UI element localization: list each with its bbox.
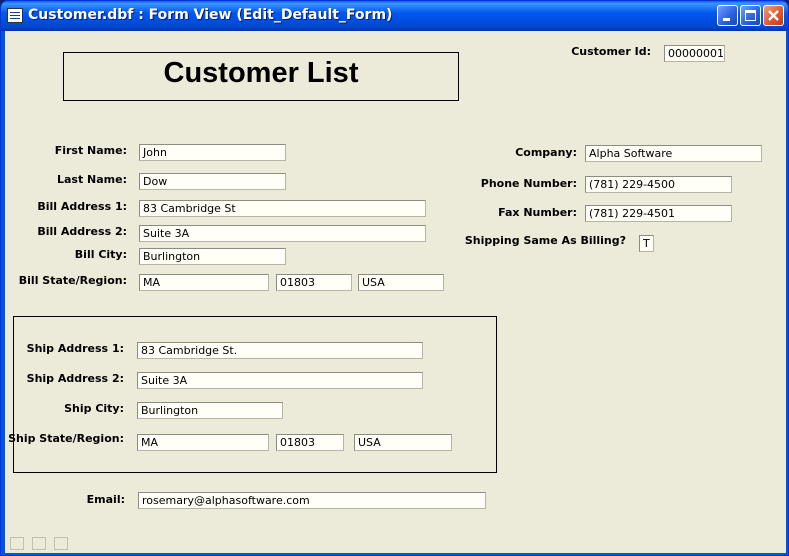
customer-id-field[interactable]: 00000001 (664, 45, 725, 62)
ship-address1-label: Ship Address 1: (26, 342, 124, 355)
first-name-label: First Name: (54, 144, 127, 157)
form-body: Customer List Customer Id: 00000001 Firs… (5, 31, 786, 553)
company-field[interactable]: Alpha Software (585, 145, 762, 162)
title-bar[interactable]: Customer.dbf : Form View (Edit_Default_F… (1, 1, 788, 31)
bill-city-label: Bill City: (74, 248, 127, 261)
email-label: Email: (86, 493, 125, 506)
minimize-button[interactable] (717, 5, 738, 26)
bill-zip-field[interactable]: 01803 (276, 274, 352, 291)
ship-state-field[interactable]: MA (137, 434, 269, 451)
bill-city-field[interactable]: Burlington (139, 248, 286, 265)
window-title: Customer.dbf : Form View (Edit_Default_F… (28, 7, 393, 23)
nav-box-3 (54, 537, 68, 550)
phone-label: Phone Number: (480, 177, 577, 190)
close-button[interactable] (763, 5, 784, 26)
bill-address1-field[interactable]: 83 Cambridge St (139, 200, 426, 217)
ship-zip-field[interactable]: 01803 (276, 434, 344, 451)
close-icon (768, 10, 779, 21)
ship-address2-field[interactable]: Suite 3A (137, 372, 423, 389)
ship-address2-label: Ship Address 2: (26, 372, 124, 385)
phone-field[interactable]: (781) 229-4500 (585, 176, 732, 193)
maximize-icon (745, 10, 756, 21)
ship-country-field[interactable]: USA (354, 434, 452, 451)
form-window: Customer.dbf : Form View (Edit_Default_F… (0, 0, 789, 556)
nav-box-2 (32, 537, 46, 550)
last-name-field[interactable]: Dow (139, 173, 286, 190)
form-heading: Customer List (63, 52, 459, 101)
form-view-icon[interactable] (7, 8, 23, 23)
customer-id-label: Customer Id: (571, 45, 651, 58)
email-field[interactable]: rosemary@alphasoftware.com (138, 492, 486, 509)
first-name-field[interactable]: John (139, 144, 286, 161)
bill-country-field[interactable]: USA (358, 274, 444, 291)
ship-state-region-label: Ship State/Region: (8, 432, 124, 445)
maximize-button[interactable] (740, 5, 761, 26)
minimize-icon (723, 18, 730, 21)
shipping-same-label: Shipping Same As Billing? (464, 234, 626, 247)
ship-city-field[interactable]: Burlington (137, 402, 283, 419)
last-name-label: Last Name: (56, 173, 127, 186)
bill-address2-label: Bill Address 2: (37, 225, 127, 238)
ship-address1-field[interactable]: 83 Cambridge St. (137, 342, 423, 359)
ship-city-label: Ship City: (64, 402, 124, 415)
bill-state-region-label: Bill State/Region: (18, 274, 127, 287)
nav-box-1 (10, 537, 24, 550)
shipping-same-field[interactable]: T (639, 235, 654, 252)
bill-address1-label: Bill Address 1: (37, 200, 127, 213)
bill-state-field[interactable]: MA (139, 274, 269, 291)
fax-field[interactable]: (781) 229-4501 (585, 205, 732, 222)
company-label: Company: (515, 146, 577, 159)
fax-label: Fax Number: (498, 206, 577, 219)
bill-address2-field[interactable]: Suite 3A (139, 225, 426, 242)
